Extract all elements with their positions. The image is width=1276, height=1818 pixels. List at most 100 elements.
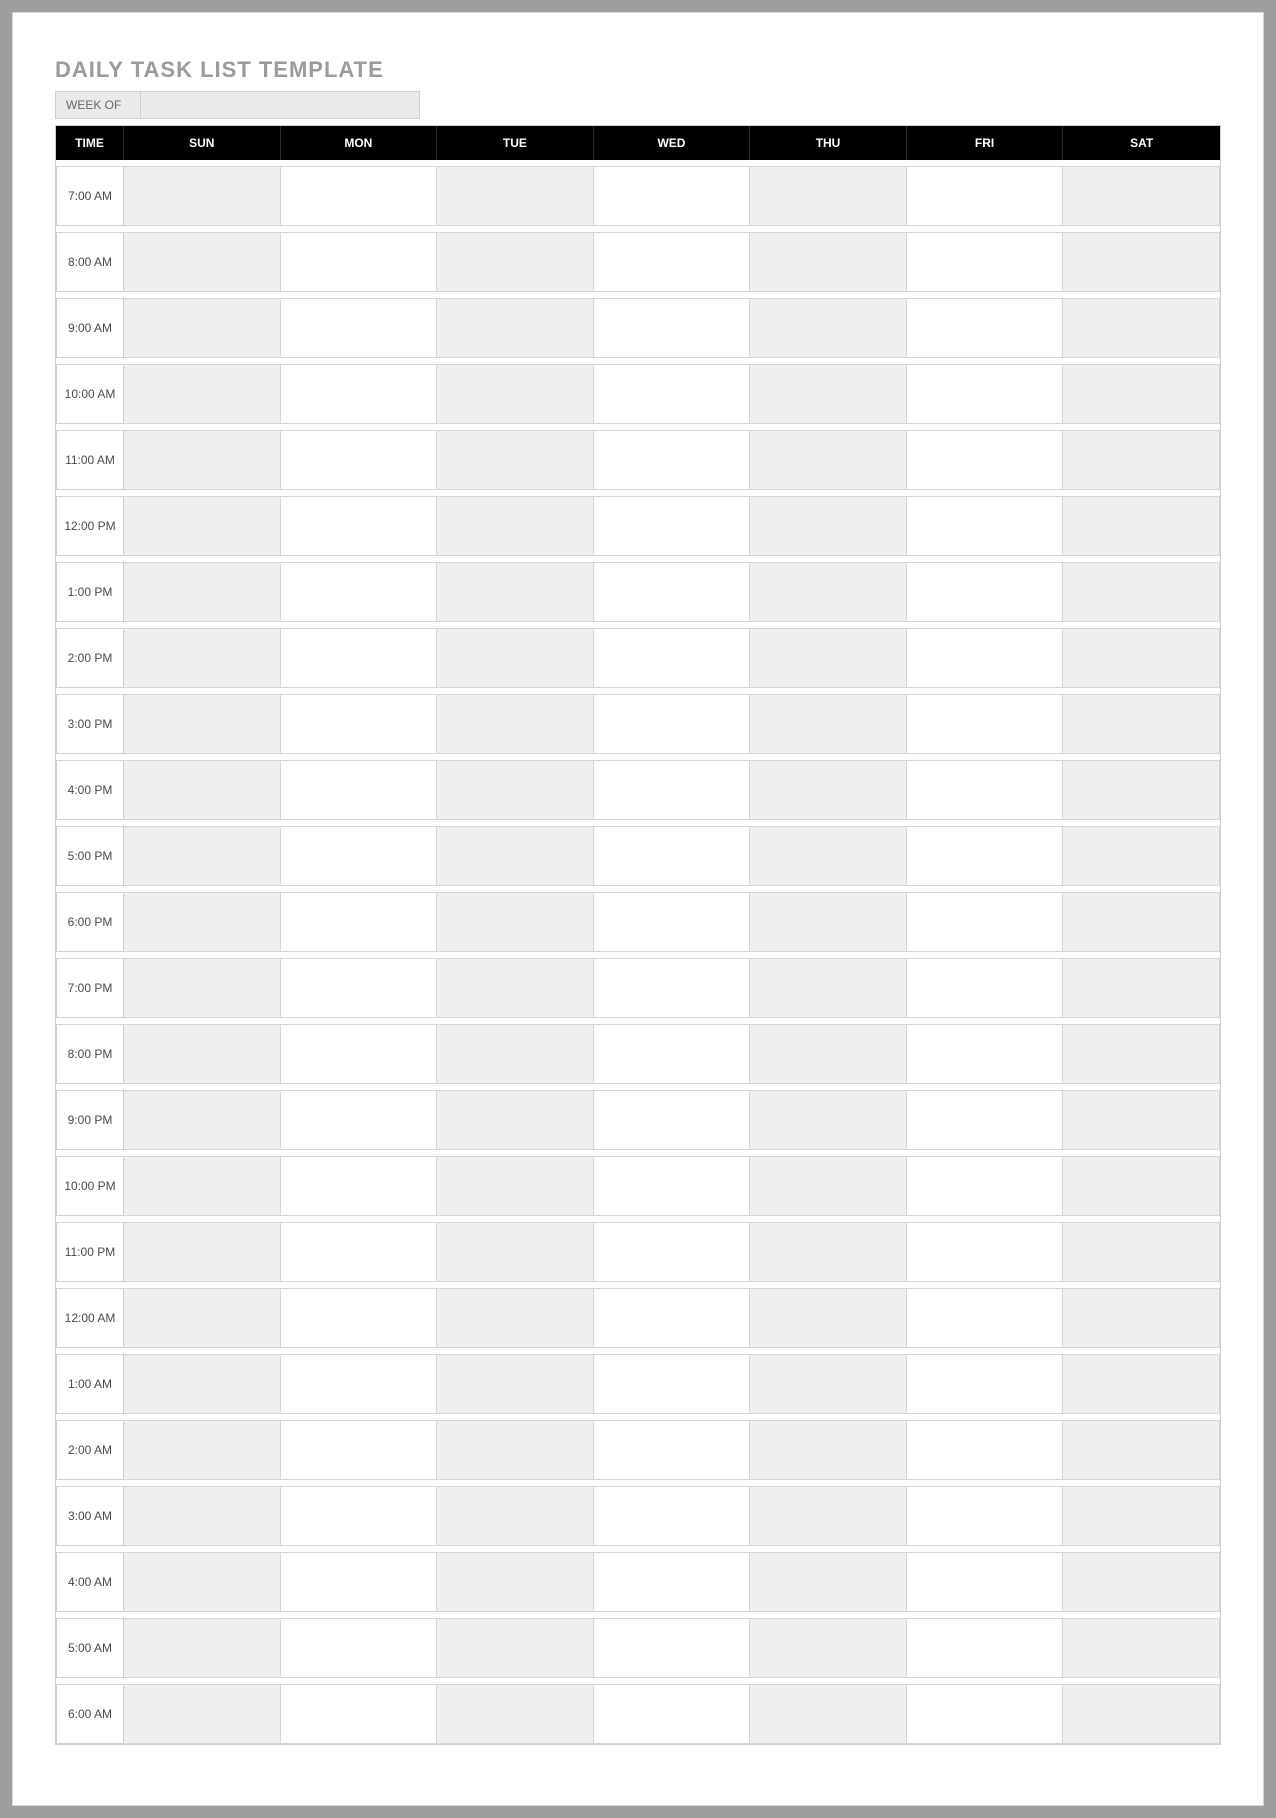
task-cell[interactable]: [594, 496, 751, 556]
task-cell[interactable]: [594, 892, 751, 952]
task-cell[interactable]: [750, 694, 907, 754]
task-cell[interactable]: [750, 1156, 907, 1216]
task-cell[interactable]: [594, 1684, 751, 1744]
task-cell[interactable]: [1063, 628, 1220, 688]
task-cell[interactable]: [281, 1354, 438, 1414]
task-cell[interactable]: [750, 1552, 907, 1612]
task-cell[interactable]: [1063, 430, 1220, 490]
task-cell[interactable]: [594, 694, 751, 754]
task-cell[interactable]: [437, 826, 594, 886]
task-cell[interactable]: [907, 166, 1064, 226]
task-cell[interactable]: [594, 958, 751, 1018]
task-cell[interactable]: [1063, 1288, 1220, 1348]
task-cell[interactable]: [750, 1288, 907, 1348]
task-cell[interactable]: [437, 1354, 594, 1414]
task-cell[interactable]: [750, 760, 907, 820]
task-cell[interactable]: [907, 298, 1064, 358]
task-cell[interactable]: [907, 1156, 1064, 1216]
task-cell[interactable]: [1063, 166, 1220, 226]
task-cell[interactable]: [907, 1090, 1064, 1150]
task-cell[interactable]: [124, 694, 281, 754]
task-cell[interactable]: [594, 1090, 751, 1150]
task-cell[interactable]: [750, 496, 907, 556]
task-cell[interactable]: [907, 958, 1064, 1018]
task-cell[interactable]: [594, 1618, 751, 1678]
task-cell[interactable]: [907, 1552, 1064, 1612]
task-cell[interactable]: [124, 1090, 281, 1150]
task-cell[interactable]: [281, 694, 438, 754]
task-cell[interactable]: [437, 958, 594, 1018]
task-cell[interactable]: [124, 1288, 281, 1348]
task-cell[interactable]: [907, 1618, 1064, 1678]
task-cell[interactable]: [124, 958, 281, 1018]
task-cell[interactable]: [750, 1024, 907, 1084]
task-cell[interactable]: [750, 1420, 907, 1480]
task-cell[interactable]: [594, 826, 751, 886]
task-cell[interactable]: [281, 1684, 438, 1744]
task-cell[interactable]: [594, 166, 751, 226]
task-cell[interactable]: [750, 1684, 907, 1744]
task-cell[interactable]: [124, 1420, 281, 1480]
task-cell[interactable]: [281, 496, 438, 556]
task-cell[interactable]: [907, 232, 1064, 292]
task-cell[interactable]: [594, 1552, 751, 1612]
task-cell[interactable]: [907, 694, 1064, 754]
task-cell[interactable]: [594, 1288, 751, 1348]
task-cell[interactable]: [437, 760, 594, 820]
task-cell[interactable]: [907, 892, 1064, 952]
task-cell[interactable]: [1063, 1222, 1220, 1282]
task-cell[interactable]: [750, 1222, 907, 1282]
task-cell[interactable]: [437, 694, 594, 754]
task-cell[interactable]: [124, 1354, 281, 1414]
task-cell[interactable]: [124, 430, 281, 490]
task-cell[interactable]: [281, 1486, 438, 1546]
task-cell[interactable]: [281, 628, 438, 688]
task-cell[interactable]: [594, 1354, 751, 1414]
task-cell[interactable]: [907, 364, 1064, 424]
task-cell[interactable]: [281, 958, 438, 1018]
task-cell[interactable]: [281, 298, 438, 358]
task-cell[interactable]: [124, 1156, 281, 1216]
task-cell[interactable]: [437, 1222, 594, 1282]
task-cell[interactable]: [437, 430, 594, 490]
task-cell[interactable]: [281, 760, 438, 820]
task-cell[interactable]: [907, 628, 1064, 688]
task-cell[interactable]: [594, 760, 751, 820]
task-cell[interactable]: [124, 760, 281, 820]
task-cell[interactable]: [750, 958, 907, 1018]
task-cell[interactable]: [124, 1552, 281, 1612]
task-cell[interactable]: [437, 1024, 594, 1084]
task-cell[interactable]: [1063, 760, 1220, 820]
task-cell[interactable]: [437, 892, 594, 952]
task-cell[interactable]: [437, 628, 594, 688]
task-cell[interactable]: [750, 628, 907, 688]
task-cell[interactable]: [907, 430, 1064, 490]
task-cell[interactable]: [750, 166, 907, 226]
task-cell[interactable]: [907, 562, 1064, 622]
task-cell[interactable]: [124, 1222, 281, 1282]
task-cell[interactable]: [437, 1618, 594, 1678]
task-cell[interactable]: [750, 430, 907, 490]
task-cell[interactable]: [1063, 1156, 1220, 1216]
task-cell[interactable]: [907, 1024, 1064, 1084]
task-cell[interactable]: [1063, 826, 1220, 886]
task-cell[interactable]: [750, 298, 907, 358]
task-cell[interactable]: [124, 562, 281, 622]
task-cell[interactable]: [907, 1354, 1064, 1414]
task-cell[interactable]: [124, 1486, 281, 1546]
task-cell[interactable]: [750, 232, 907, 292]
task-cell[interactable]: [437, 562, 594, 622]
task-cell[interactable]: [1063, 1618, 1220, 1678]
task-cell[interactable]: [594, 232, 751, 292]
task-cell[interactable]: [281, 232, 438, 292]
task-cell[interactable]: [281, 364, 438, 424]
task-cell[interactable]: [594, 430, 751, 490]
task-cell[interactable]: [750, 1486, 907, 1546]
task-cell[interactable]: [594, 1156, 751, 1216]
task-cell[interactable]: [437, 1156, 594, 1216]
task-cell[interactable]: [1063, 1486, 1220, 1546]
task-cell[interactable]: [907, 1222, 1064, 1282]
task-cell[interactable]: [437, 1288, 594, 1348]
task-cell[interactable]: [124, 496, 281, 556]
task-cell[interactable]: [750, 826, 907, 886]
